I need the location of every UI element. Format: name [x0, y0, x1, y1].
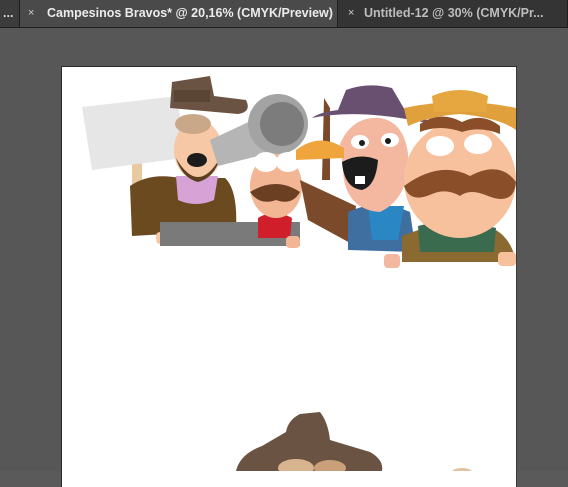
tab-campesinos-bravos[interactable]: × Campesinos Bravos* @ 20,16% (CMYK/Prev…	[20, 0, 338, 27]
hat-fragment	[296, 140, 344, 160]
tab-untitled-12[interactable]: × Untitled-12 @ 30% (CMYK/Pr...	[338, 0, 568, 27]
tab-label-previous: ...	[3, 6, 14, 20]
character-bottom-partial	[236, 412, 472, 471]
character-right	[402, 90, 516, 266]
cartoon-illustration[interactable]	[0, 28, 568, 471]
document-canvas[interactable]	[0, 28, 568, 487]
tab-previous-document[interactable]: ...	[0, 0, 20, 27]
tab-label-inactive: Untitled-12 @ 30% (CMYK/Pr...	[364, 6, 544, 20]
document-tab-bar: ... × Campesinos Bravos* @ 20,16% (CMYK/…	[0, 0, 568, 28]
tab-label-active: Campesinos Bravos* @ 20,16% (CMYK/Previe…	[47, 6, 333, 20]
close-icon[interactable]: ×	[348, 0, 354, 27]
close-icon[interactable]: ×	[28, 0, 34, 27]
